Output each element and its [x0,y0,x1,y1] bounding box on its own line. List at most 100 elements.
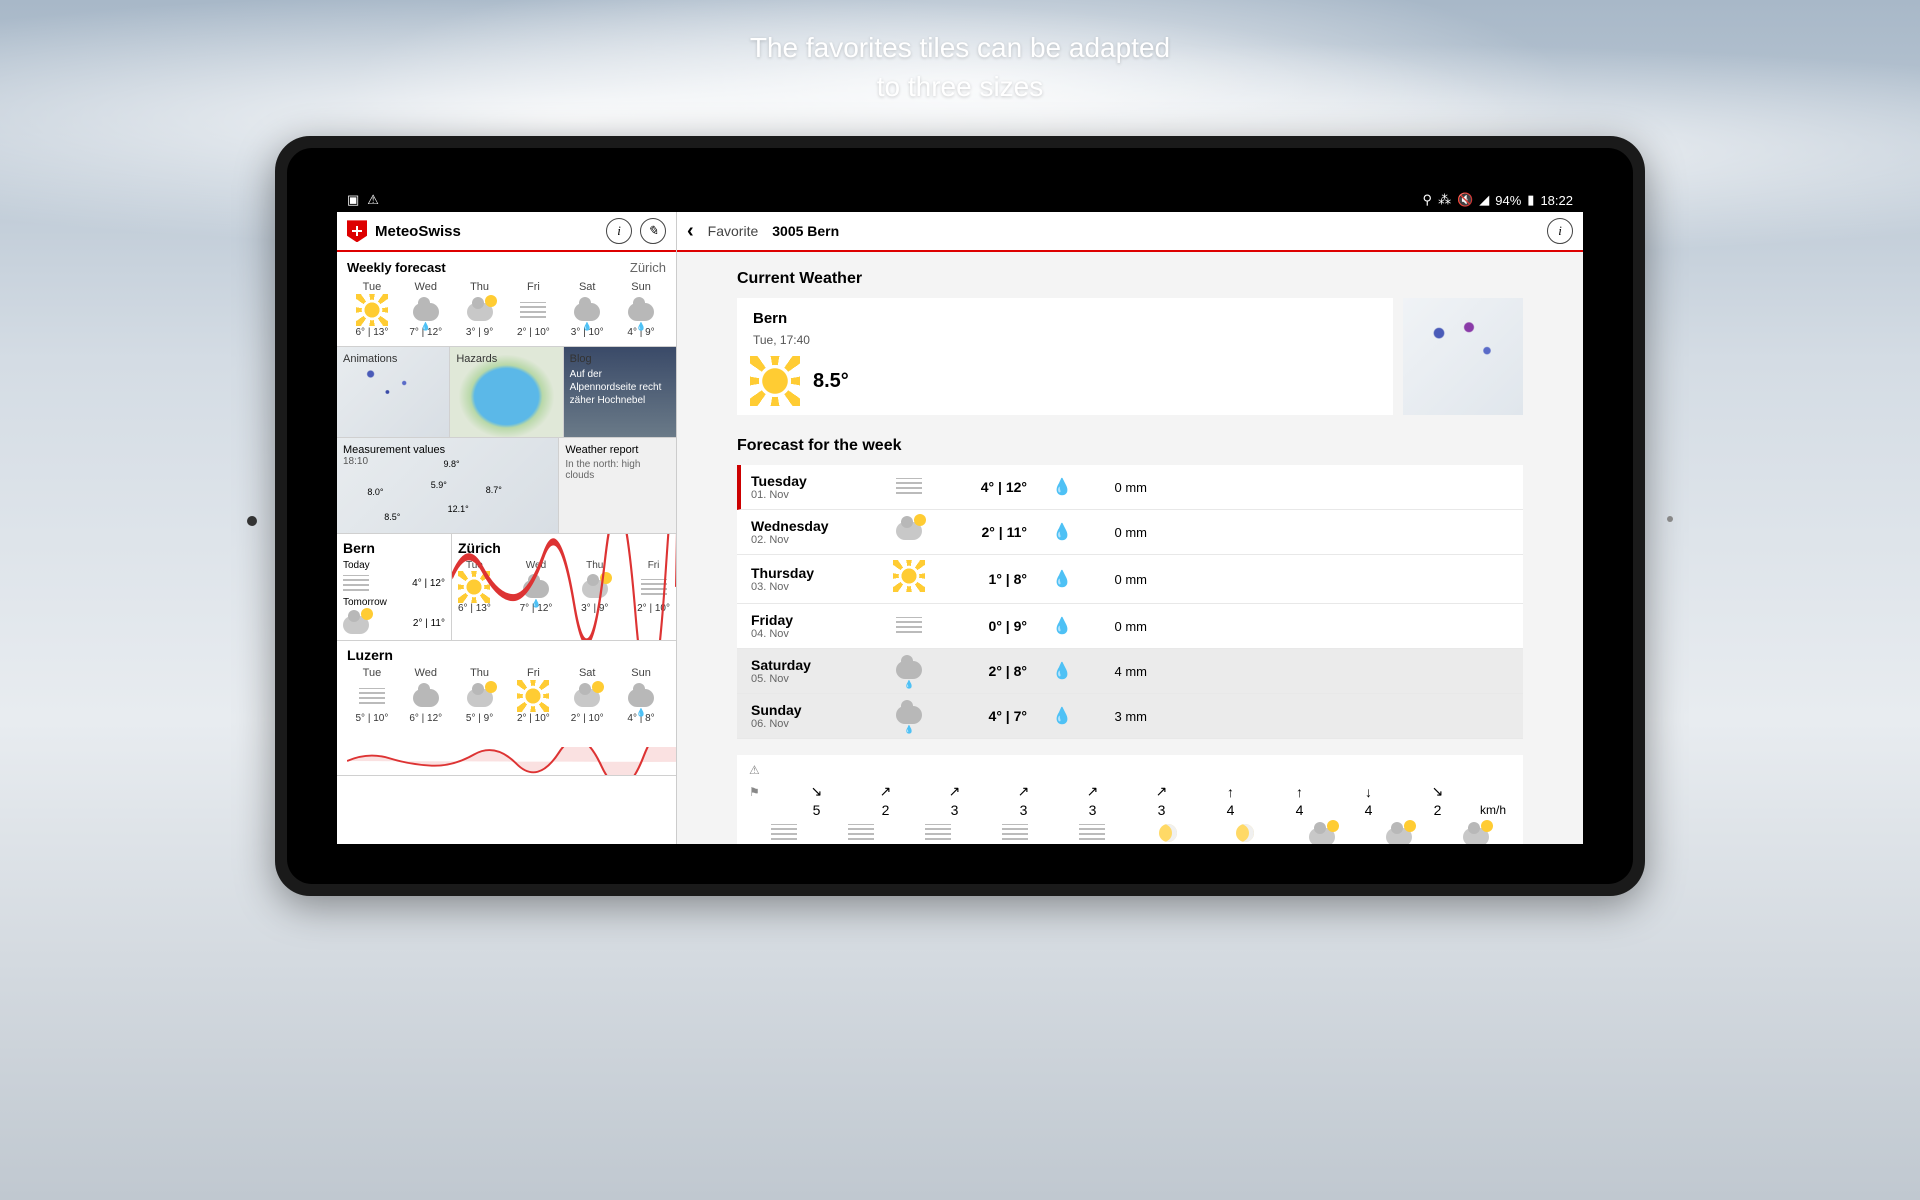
fog-icon [520,302,546,318]
animations-tile[interactable]: Animations [337,347,450,437]
weekly-title: Weekly forecast [347,260,446,275]
weekly-forecast-tile[interactable]: Weekly forecast Zürich Tue6° | 13°Wed7° … [337,252,676,347]
bluetooth-icon: ⁂ [1438,192,1451,208]
day-column: Thu3° | 9° [455,281,505,338]
sun-icon [896,563,922,589]
precip-icon: 💧 [1047,477,1077,497]
measurement-value: 8.0° [367,487,383,497]
measurement-value: 8.7° [486,485,502,495]
cloud-icon [413,689,439,707]
forecast-row[interactable]: Tuesday01. Nov4° | 12°💧0 mm [737,465,1523,510]
cloud-sun-icon [467,689,493,707]
wind-arrow-icon: ↘ [1406,783,1469,800]
fog-icon [896,617,922,633]
moon-icon [1159,824,1177,842]
moon-icon [1236,824,1254,842]
precip-icon: 💧 [1047,522,1077,542]
precip-icon: 💧 [1047,661,1077,681]
day-column: Wed6° | 12° [401,667,451,724]
wind-arrow-icon: ↗ [1061,783,1124,800]
zurich-sparkline [452,534,676,640]
clock: 18:22 [1540,193,1573,208]
wind-arrow-icon: ↘ [785,783,848,800]
mute-icon: 🔇 [1457,192,1473,208]
day-column: Fri2° | 10° [508,281,558,338]
app-header: MeteoSwiss i ✎ [337,212,676,252]
cloud-sun-icon [896,522,922,540]
luzern-large-tile[interactable]: Luzern Tue5° | 10°Wed6° | 12°Thu5° | 9°F… [337,641,676,776]
wind-arrow-icon: ↗ [923,783,986,800]
cloud-sun-icon [467,303,493,321]
day-column: Sat3° | 10° [562,281,612,338]
wind-arrow-icon: ↗ [854,783,917,800]
location-icon: ⚲ [1423,192,1433,208]
fog-icon [925,824,951,840]
wind-arrow-icon: ↓ [1337,784,1400,800]
sun-icon [753,359,797,403]
weekly-location: Zürich [630,260,666,275]
day-column: Thu5° | 9° [455,667,505,724]
measurement-value: 9.8° [443,459,459,469]
forecast-row[interactable]: Thursday03. Nov1° | 8°💧0 mm [737,555,1523,604]
forecast-row[interactable]: Friday04. Nov0° | 9°💧0 mm [737,604,1523,649]
favorite-location: 3005 Bern [772,223,839,239]
cloud-sun-icon [1386,828,1412,844]
luzern-sparkline [347,747,676,775]
zurich-med-tile[interactable]: Zürich Tue6° | 13°Wed7° | 12°Thu3° | 9°F… [452,534,676,640]
fog-icon [771,824,797,840]
cloud-sun-icon [1309,828,1335,844]
battery-icon: ▮ [1527,192,1534,208]
back-button[interactable]: ‹ [687,220,694,243]
info-button[interactable]: i [606,218,632,244]
measurement-tile[interactable]: Measurement values 18:10 9.8°5.9°8.0°8.7… [337,438,559,533]
forecast-list: Tuesday01. Nov4° | 12°💧0 mmWednesday02. … [737,465,1523,739]
measurement-value: 8.5° [384,512,400,522]
promo-caption: The favorites tiles can be adapted to th… [750,28,1170,106]
sun-icon [359,297,385,323]
favorites-panel: MeteoSwiss i ✎ Weekly forecast Zürich Tu… [337,212,677,844]
meteoswiss-logo-icon [347,220,367,242]
wifi-icon: ◢ [1479,192,1489,208]
day-column: Tue5° | 10° [347,667,397,724]
info-button[interactable]: i [1547,218,1573,244]
measurement-value: 5.9° [431,480,447,490]
cloud-rain-icon [628,689,654,707]
fog-icon [359,688,385,704]
day-column: Tue6° | 13° [347,281,397,338]
precip-icon: 💧 [1047,569,1077,589]
day-column: Wed7° | 12° [401,281,451,338]
radar-map-card[interactable] [1403,298,1523,415]
hazards-tile[interactable]: Hazards [450,347,563,437]
measurement-value: 12.1° [448,504,469,514]
forecast-row[interactable]: Wednesday02. Nov2° | 11°💧0 mm [737,510,1523,555]
day-column: Sun4° | 9° [616,281,666,338]
weather-report-tile[interactable]: Weather report In the north: high clouds [559,438,676,533]
warning-icon: ⚠ [367,192,379,208]
current-weather-card[interactable]: Bern Tue, 17:40 8.5° [737,298,1393,415]
tablet-camera [247,516,257,526]
cloud-sun-icon [1463,828,1489,844]
battery-percent: 94% [1495,193,1521,208]
wind-arrow-icon: ↑ [1268,784,1331,800]
cloud-rain-icon [413,303,439,321]
fog-icon [896,478,922,494]
cloud-rain-icon [896,661,922,679]
image-icon: ▣ [347,192,359,208]
wind-arrow-icon: ↗ [1130,783,1193,800]
day-column: Sun4° | 8° [616,667,666,724]
forecast-week-title: Forecast for the week [737,437,1523,455]
wind-flag-icon: ⚑ [749,785,779,799]
wind-arrow-icon: ↗ [992,783,1055,800]
fog-icon [343,575,369,591]
forecast-row[interactable]: Saturday05. Nov2° | 8°💧4 mm [737,649,1523,694]
blog-tile[interactable]: Blog Auf der Alpennordseite recht zäher … [564,347,676,437]
detail-header: ‹ Favorite 3005 Bern i [677,212,1583,252]
cloud-rain-icon [896,706,922,724]
forecast-row[interactable]: Sunday06. Nov4° | 7°💧3 mm [737,694,1523,739]
bern-small-tile[interactable]: Bern Today 4° | 12° Tomorrow 2° | 11° [337,534,452,640]
sun-icon [520,683,546,709]
fog-icon [848,824,874,840]
edit-button[interactable]: ✎ [640,218,666,244]
precip-icon: 💧 [1047,616,1077,636]
cloud-sun-icon [574,689,600,707]
